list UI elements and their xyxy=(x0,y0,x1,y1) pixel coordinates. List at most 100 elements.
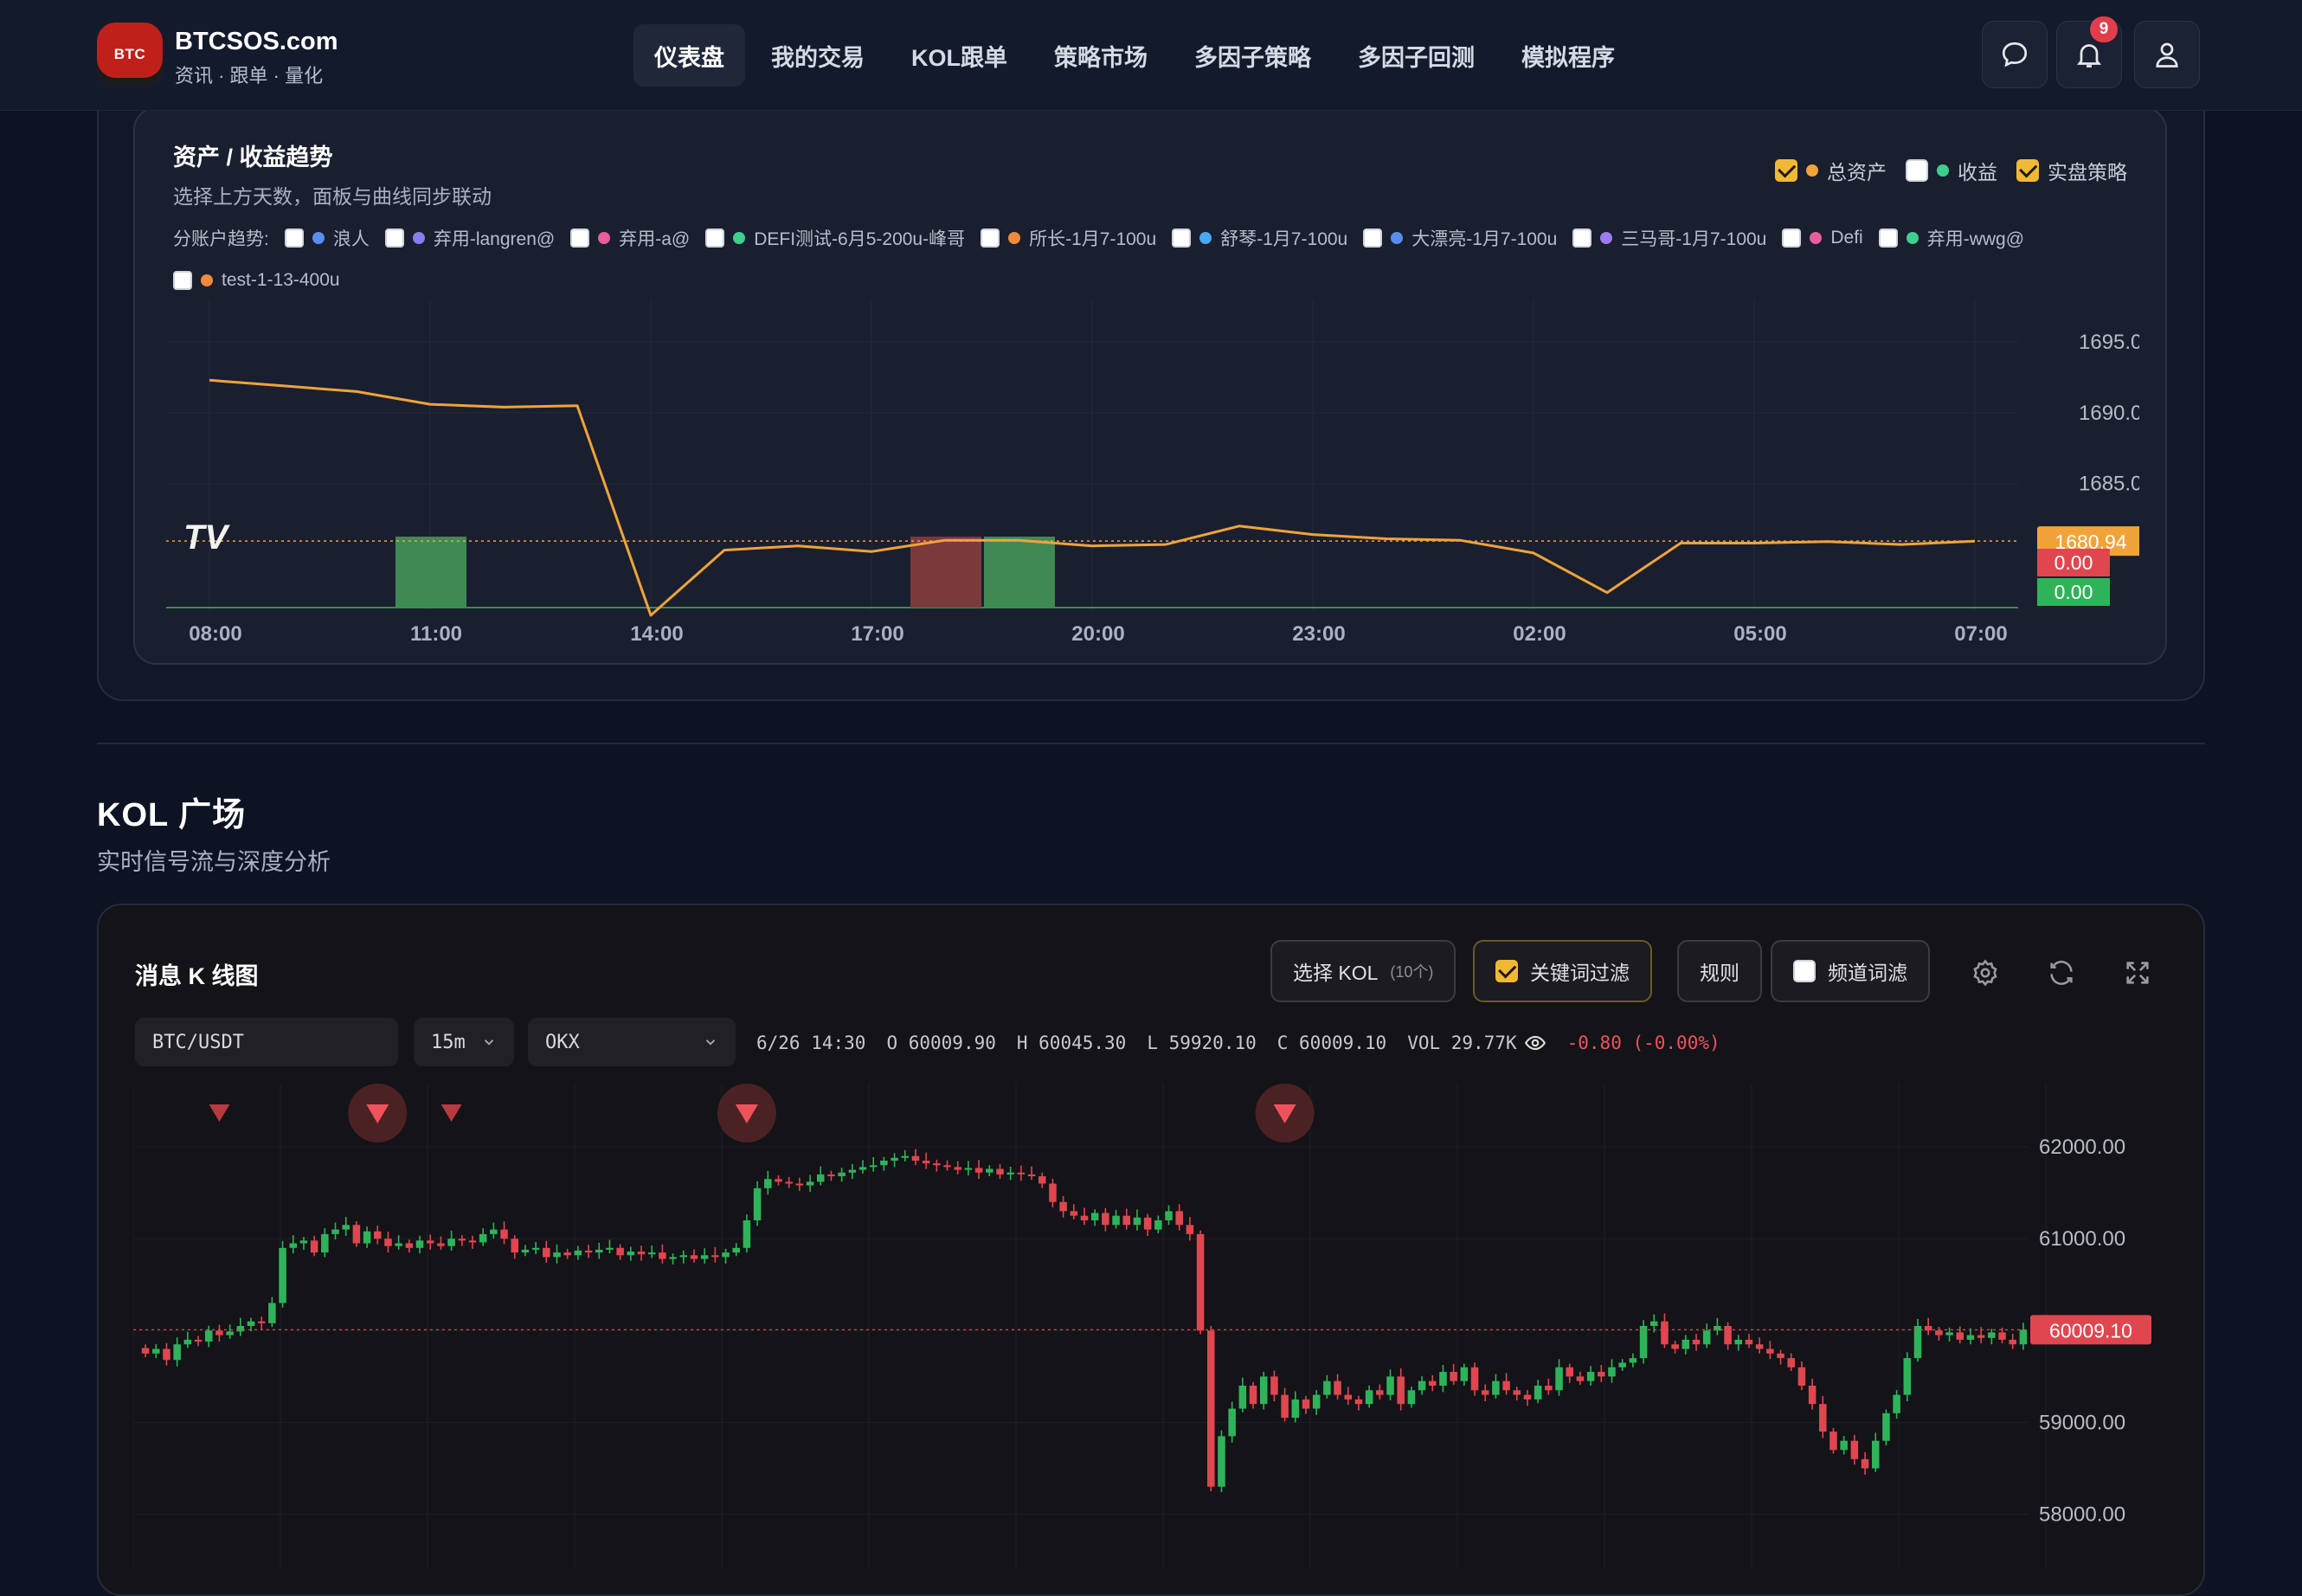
legend-label: 总资产 xyxy=(1827,161,1887,183)
candle-body xyxy=(606,1247,614,1250)
candle-body xyxy=(1671,1344,1679,1349)
sub-account-checkbox[interactable] xyxy=(705,228,725,248)
asset-trend-card: 资产 / 收益趋势 选择上方天数，面板与曲线同步联动 总资产 收益 实盘策略 分… xyxy=(133,107,2167,665)
legend-dot xyxy=(1810,232,1823,244)
nav-dashboard[interactable]: 仪表盘 xyxy=(633,24,745,87)
candle-body xyxy=(891,1157,898,1161)
candle-body xyxy=(384,1239,392,1246)
candle-body xyxy=(627,1252,635,1256)
notification-button[interactable]: 9 xyxy=(2056,16,2122,88)
sub-account-item[interactable]: 弃用-a@ xyxy=(570,225,690,251)
channel-filter-toggle[interactable]: 频道词滤 xyxy=(1771,940,1930,1002)
nav-simulation[interactable]: 模拟程序 xyxy=(1501,24,1636,87)
message-kline-chart[interactable]: 62000.00 61000.00 59000.00 58000.00 60009.10 xyxy=(133,1084,2169,1568)
volume-bar xyxy=(984,537,1055,608)
candle-body xyxy=(806,1181,814,1186)
sub-account-name: DEFI测试-6月5-200u-峰哥 xyxy=(754,229,966,249)
sub-account-checkbox[interactable] xyxy=(173,271,192,290)
sub-account-item[interactable]: 大漂亮-1月7-100u xyxy=(1363,225,1557,251)
sub-account-name: test-1-13-400u xyxy=(222,270,340,290)
candle-body xyxy=(183,1339,192,1345)
signal-marker-triangle xyxy=(209,1104,230,1122)
sub-account-checkbox[interactable] xyxy=(1363,228,1383,248)
checkbox-profit[interactable] xyxy=(1906,159,1928,182)
user-button[interactable] xyxy=(2134,21,2200,88)
checkbox-total-assets[interactable] xyxy=(1775,159,1797,182)
checkbox-live-strategy[interactable] xyxy=(2016,159,2039,182)
candle-body xyxy=(1513,1390,1521,1395)
legend-dot xyxy=(598,232,611,244)
legend-dot xyxy=(1937,164,1949,177)
select-kol-button[interactable]: 选择 KOL (10个) xyxy=(1270,940,1456,1002)
nav-strategy-market[interactable]: 策略市场 xyxy=(1033,24,1168,87)
sub-account-item[interactable]: DEFI测试-6月5-200u-峰哥 xyxy=(705,225,965,251)
candle-body xyxy=(1038,1176,1046,1184)
refresh-button[interactable] xyxy=(2041,952,2082,994)
nav-multifactor-backtest[interactable]: 多因子回测 xyxy=(1337,24,1495,87)
candle-body xyxy=(1143,1217,1152,1230)
sub-account-checkbox[interactable] xyxy=(1782,228,1802,248)
sub-account-checkbox[interactable] xyxy=(1878,228,1898,248)
sub-account-checkbox[interactable] xyxy=(284,228,304,248)
nav-kol-copy[interactable]: KOL跟单 xyxy=(891,24,1028,87)
candle-body xyxy=(595,1249,603,1253)
logo[interactable]: BTC xyxy=(97,23,163,87)
candle-body xyxy=(1302,1399,1310,1409)
candle-body xyxy=(964,1168,973,1170)
sub-account-item[interactable]: test-1-13-400u xyxy=(173,270,340,291)
exchange-select[interactable]: OKX xyxy=(528,1018,736,1066)
chat-button[interactable] xyxy=(1982,21,2048,88)
sub-account-item[interactable]: 弃用-wwg@ xyxy=(1878,225,2024,251)
sub-account-checkbox[interactable] xyxy=(981,228,1000,248)
candle-body xyxy=(1006,1172,1014,1174)
candle-body xyxy=(1724,1326,1732,1345)
sub-account-item[interactable]: 弃用-langren@ xyxy=(384,225,555,251)
interval-select[interactable]: 15m xyxy=(414,1018,514,1066)
fullscreen-button[interactable] xyxy=(2117,952,2158,994)
keyword-filter-checkbox[interactable] xyxy=(1495,960,1518,982)
legend-dot xyxy=(1806,164,1818,177)
sub-account-item[interactable]: 浪人 xyxy=(284,225,370,251)
eye-icon[interactable] xyxy=(1524,1032,1546,1054)
keyword-filter-toggle[interactable]: 关键词过滤 xyxy=(1473,940,1652,1002)
rules-button[interactable]: 规则 xyxy=(1677,940,1762,1002)
candle-body xyxy=(1618,1362,1626,1368)
legend-live-strategy[interactable]: 实盘策略 xyxy=(2016,156,2127,185)
channel-filter-checkbox[interactable] xyxy=(1793,960,1816,982)
candle-body xyxy=(1112,1215,1120,1226)
asset-trend-chart[interactable]: TV1695.001690.001685.00001680.940.000.00… xyxy=(166,299,2139,646)
legend-total-assets[interactable]: 总资产 xyxy=(1775,156,1887,185)
brand-name[interactable]: BTCSOS.com xyxy=(175,28,338,56)
rules-label: 规则 xyxy=(1700,962,1739,984)
sub-account-item[interactable]: Defi xyxy=(1782,228,1863,248)
sub-account-checkbox[interactable] xyxy=(1572,228,1592,248)
candle-body xyxy=(152,1348,160,1354)
sub-account-item[interactable]: 所长-1月7-100u xyxy=(981,225,1156,251)
y-tick-label: 62000.00 xyxy=(2039,1136,2125,1159)
message-kline-card: 消息 K 线图 选择 KOL (10个) 关键词过滤 规则 频道词滤 BTC/U… xyxy=(97,904,2205,1596)
fullscreen-icon xyxy=(2126,962,2149,984)
sub-account-checkbox[interactable] xyxy=(384,228,404,248)
candle-body xyxy=(616,1247,624,1256)
sub-account-item[interactable]: 三马哥-1月7-100u xyxy=(1572,225,1766,251)
symbol-input[interactable]: BTC/USDT xyxy=(135,1018,398,1066)
x-tick-label: 23:00 xyxy=(1292,622,1345,646)
sub-account-name: 浪人 xyxy=(332,229,370,249)
candle-body xyxy=(1481,1390,1489,1395)
candle-body xyxy=(173,1344,181,1361)
nav-multifactor-strategy[interactable]: 多因子策略 xyxy=(1174,24,1332,87)
candle-body xyxy=(215,1330,223,1335)
legend-profit[interactable]: 收益 xyxy=(1906,156,1997,185)
candle-body xyxy=(279,1247,286,1303)
top-navbar: BTC BTCSOS.com 资讯 · 跟单 · 量化 仪表盘 我的交易 KOL… xyxy=(0,0,2302,111)
sub-account-item[interactable]: 舒琴-1月7-100u xyxy=(1172,225,1347,251)
candle-body xyxy=(795,1183,804,1186)
sub-account-checkbox[interactable] xyxy=(570,228,590,248)
candle-body xyxy=(1829,1432,1837,1451)
candle-body xyxy=(722,1252,730,1258)
sub-account-name: 弃用-a@ xyxy=(619,229,691,249)
nav-my-trades[interactable]: 我的交易 xyxy=(750,24,885,87)
sub-account-checkbox[interactable] xyxy=(1172,228,1192,248)
settings-button[interactable] xyxy=(1964,952,2006,994)
candle-body xyxy=(700,1255,709,1259)
